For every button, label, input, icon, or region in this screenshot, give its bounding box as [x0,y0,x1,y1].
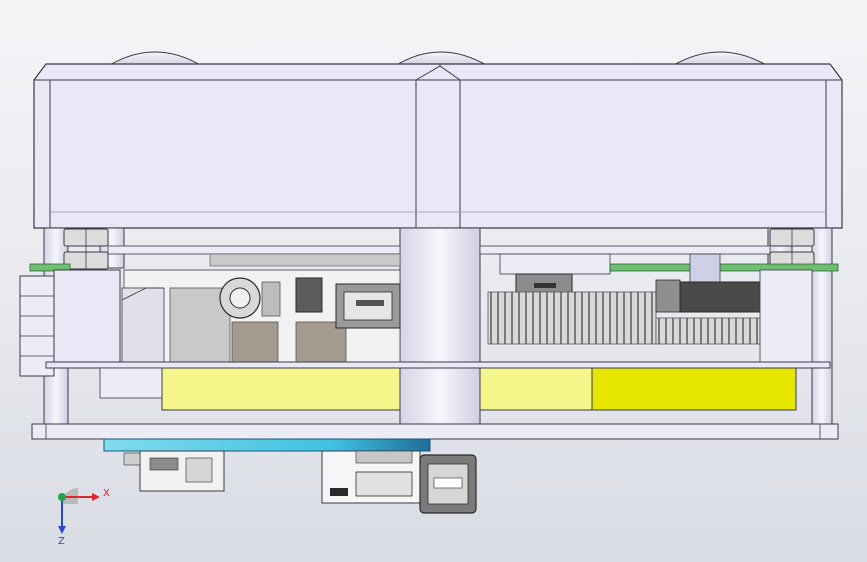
cyan-mount-plate [103,438,431,452]
heatsink-fins [487,291,657,345]
center-post [399,227,481,439]
battery-left [161,367,401,411]
coordinate-triad-icon: X Z [58,488,110,547]
axis-x-label: X [103,488,110,499]
battery-right-bright [591,367,797,411]
base-plate [31,423,839,452]
assembly-drawing: X Z [19,51,843,547]
header-pins [209,253,401,267]
side-connector-left [19,269,121,377]
axis-z-arrow [58,526,66,534]
axis-x-arrow [92,493,100,501]
battery-right [479,367,593,411]
right-outer-post [811,227,833,425]
dark-component [295,277,323,313]
bottom-connectors [123,450,477,514]
upper-enclosure [33,63,843,229]
dark-chip-right [679,281,763,313]
axis-y-dot [58,493,66,501]
pcb-top-plate [107,245,401,255]
cad-viewport[interactable]: X Z [0,0,867,562]
axis-z-label: Z [58,536,65,547]
